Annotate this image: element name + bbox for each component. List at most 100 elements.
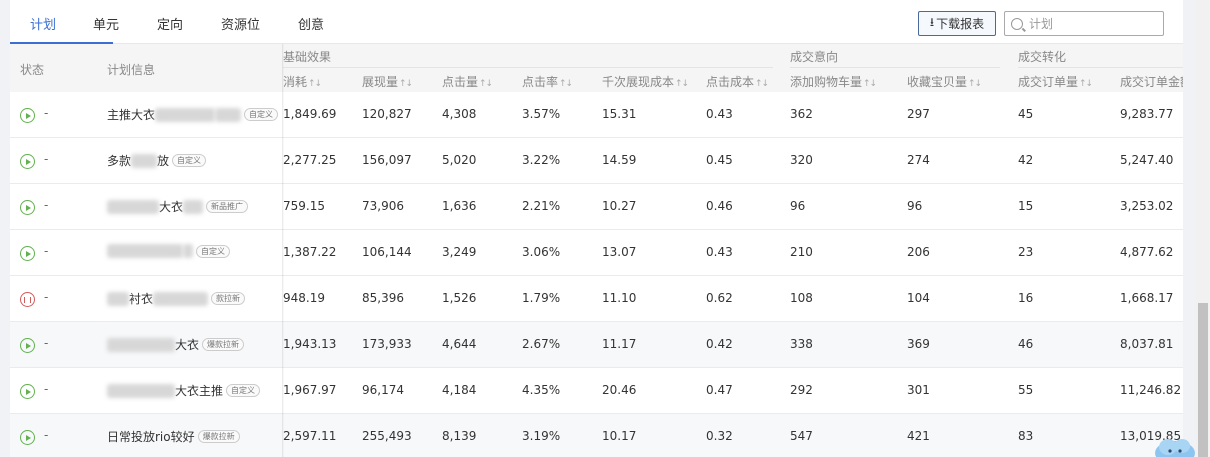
plan-type-tag: 爆款拉新 bbox=[202, 338, 245, 351]
play-status-icon[interactable] bbox=[20, 154, 35, 169]
cell-clicks: 1,526 bbox=[442, 291, 477, 305]
search-icon bbox=[1011, 17, 1023, 30]
sort-icon[interactable]: ↑↓ bbox=[1079, 79, 1093, 89]
play-status-icon[interactable] bbox=[20, 200, 35, 215]
col-plan-info: 计划信息 bbox=[107, 63, 156, 77]
sort-icon[interactable]: ↑↓ bbox=[308, 79, 322, 89]
play-status-icon[interactable] bbox=[20, 430, 35, 445]
plan-name[interactable]: 主推大衣 自定义 bbox=[107, 106, 279, 123]
play-status-icon[interactable] bbox=[20, 338, 35, 353]
cell-cpm: 10.27 bbox=[602, 199, 637, 213]
col-order-amount[interactable]: 成交订单金额 bbox=[1120, 73, 1183, 90]
cell-orders: 16 bbox=[1018, 291, 1034, 305]
cell-favorites: 369 bbox=[907, 337, 930, 351]
cell-cost: 948.19 bbox=[283, 291, 325, 305]
plan-name-text: 衬衣 bbox=[129, 292, 154, 306]
plan-name-text: 大衣 bbox=[159, 200, 184, 214]
search-box[interactable] bbox=[1004, 11, 1164, 36]
cell-orders: 83 bbox=[1018, 429, 1034, 443]
cell-add-cart: 547 bbox=[790, 429, 813, 443]
play-status-icon[interactable] bbox=[20, 246, 35, 261]
cell-add-cart: 96 bbox=[790, 199, 806, 213]
cell-cpm: 15.31 bbox=[602, 107, 637, 121]
sort-icon[interactable]: ↑↓ bbox=[755, 79, 769, 89]
tab-plan[interactable]: 计划 bbox=[30, 14, 56, 33]
cell-cpm: 20.46 bbox=[602, 383, 637, 397]
cell-cpc: 0.46 bbox=[706, 199, 733, 213]
row-dash: - bbox=[44, 106, 49, 120]
cell-orders: 45 bbox=[1018, 107, 1034, 121]
cell-cpm: 14.59 bbox=[602, 153, 637, 167]
table-row[interactable]: - 大衣 爆款拉新 1,943.13 173,933 4,644 2.67% 11.17 0.4… bbox=[10, 322, 1183, 368]
plan-type-tag: 自定义 bbox=[226, 384, 261, 397]
play-status-icon[interactable] bbox=[20, 384, 35, 399]
plan-name-text: 主推大衣 bbox=[107, 108, 156, 122]
plan-name[interactable]: 大衣 新品推广 bbox=[107, 198, 249, 215]
vertical-scrollbar[interactable] bbox=[1196, 0, 1210, 457]
group-divider bbox=[1018, 67, 1183, 68]
sort-icon[interactable]: ↑↓ bbox=[675, 79, 689, 89]
scrollbar-thumb[interactable] bbox=[1198, 303, 1208, 457]
table-row[interactable]: - 大衣主推 自定义 1,967.97 96,174 4,184 4.35% 20.46 0.4… bbox=[10, 368, 1183, 414]
sort-icon[interactable]: ↑↓ bbox=[559, 79, 573, 89]
download-report-button[interactable]: ⭳ 下载报表 bbox=[918, 11, 996, 36]
cell-orders: 55 bbox=[1018, 383, 1034, 397]
plan-name[interactable]: 大衣 爆款拉新 bbox=[107, 336, 245, 353]
redacted-text bbox=[107, 291, 129, 306]
col-add-cart[interactable]: 添加购物车量↑↓ bbox=[790, 73, 877, 90]
col-favorites[interactable]: 收藏宝贝量↑↓ bbox=[907, 73, 982, 90]
cell-ctr: 2.67% bbox=[522, 337, 561, 351]
cell-cpm: 13.07 bbox=[602, 245, 637, 259]
cell-ctr: 3.57% bbox=[522, 107, 561, 121]
plan-name[interactable]: 衬衣 款拉新 bbox=[107, 290, 246, 307]
redacted-text bbox=[183, 199, 204, 214]
table-row[interactable]: - 自定义 1,387.22 106,144 3,249 3.06% 13.07 0.43 21… bbox=[10, 230, 1183, 276]
plan-name-text: 多款 bbox=[107, 154, 132, 168]
plan-name[interactable]: 日常投放rio较好 爆款拉新 bbox=[107, 428, 240, 445]
tab-placement[interactable]: 资源位 bbox=[221, 14, 260, 33]
sort-icon[interactable]: ↑↓ bbox=[863, 79, 877, 89]
table-row[interactable]: - 多款 放自定义 2,277.25 156,097 5,020 3.22% 14.59 0.4… bbox=[10, 138, 1183, 184]
cell-ctr: 3.06% bbox=[522, 245, 561, 259]
report-panel: 计划 单元 定向 资源位 创意 ⭳ 下载报表 状态 计划信息 基础效果 成交意向… bbox=[10, 0, 1183, 457]
cell-cpm: 11.17 bbox=[602, 337, 637, 351]
col-cost[interactable]: 消耗↑↓ bbox=[283, 73, 322, 90]
table-row[interactable]: - 日常投放rio较好 爆款拉新 2,597.11 255,493 8,139 3.19% 1… bbox=[10, 414, 1183, 457]
group-deal-conversion: 成交转化 bbox=[1018, 50, 1067, 64]
redacted-text bbox=[107, 383, 175, 398]
table-row[interactable]: - 衬衣 款拉新 948.19 85,396 1,526 1.79% 11.10 0.62 108… bbox=[10, 276, 1183, 322]
download-icon: ⭳ bbox=[929, 15, 935, 29]
cell-order-amount: 8,037.81 bbox=[1120, 337, 1174, 351]
redacted-text bbox=[153, 291, 209, 306]
col-impressions[interactable]: 展现量↑↓ bbox=[362, 73, 413, 90]
col-orders[interactable]: 成交订单量↑↓ bbox=[1018, 73, 1093, 90]
play-status-icon[interactable] bbox=[20, 108, 35, 123]
cell-cpm: 11.10 bbox=[602, 291, 637, 305]
plan-name[interactable]: 大衣主推 自定义 bbox=[107, 382, 261, 399]
assistant-mascot-icon[interactable] bbox=[1153, 433, 1197, 457]
sort-icon[interactable]: ↑↓ bbox=[479, 79, 493, 89]
sort-icon[interactable]: ↑↓ bbox=[968, 79, 982, 89]
col-cpc[interactable]: 点击成本↑↓ bbox=[706, 73, 769, 90]
col-cpm[interactable]: 千次展现成本↑↓ bbox=[602, 73, 689, 90]
col-ctr[interactable]: 点击率↑↓ bbox=[522, 73, 573, 90]
tab-creative[interactable]: 创意 bbox=[298, 14, 324, 33]
plan-name[interactable]: 多款 放自定义 bbox=[107, 152, 207, 169]
group-divider bbox=[790, 67, 1000, 68]
tab-targeting[interactable]: 定向 bbox=[157, 14, 183, 33]
search-input[interactable] bbox=[1029, 16, 1149, 31]
sort-icon[interactable]: ↑↓ bbox=[399, 79, 413, 89]
table-row[interactable]: - 主推大衣 自定义 1,849.69 120,827 4,308 3.57% 15.31 0.… bbox=[10, 92, 1183, 138]
cell-impressions: 96,174 bbox=[362, 383, 404, 397]
col-clicks[interactable]: 点击量↑↓ bbox=[442, 73, 493, 90]
cell-cost: 1,849.69 bbox=[283, 107, 337, 121]
cell-clicks: 3,249 bbox=[442, 245, 477, 259]
redacted-text bbox=[155, 107, 216, 122]
tab-unit[interactable]: 单元 bbox=[93, 14, 119, 33]
cell-orders: 46 bbox=[1018, 337, 1034, 351]
plan-name[interactable]: 自定义 bbox=[107, 244, 230, 258]
table-row[interactable]: - 大衣 新品推广 759.15 73,906 1,636 2.21% 10.27 0.46 96… bbox=[10, 184, 1183, 230]
cell-ctr: 2.21% bbox=[522, 199, 561, 213]
cell-cpc: 0.42 bbox=[706, 337, 733, 351]
pause-status-icon[interactable] bbox=[20, 292, 35, 307]
